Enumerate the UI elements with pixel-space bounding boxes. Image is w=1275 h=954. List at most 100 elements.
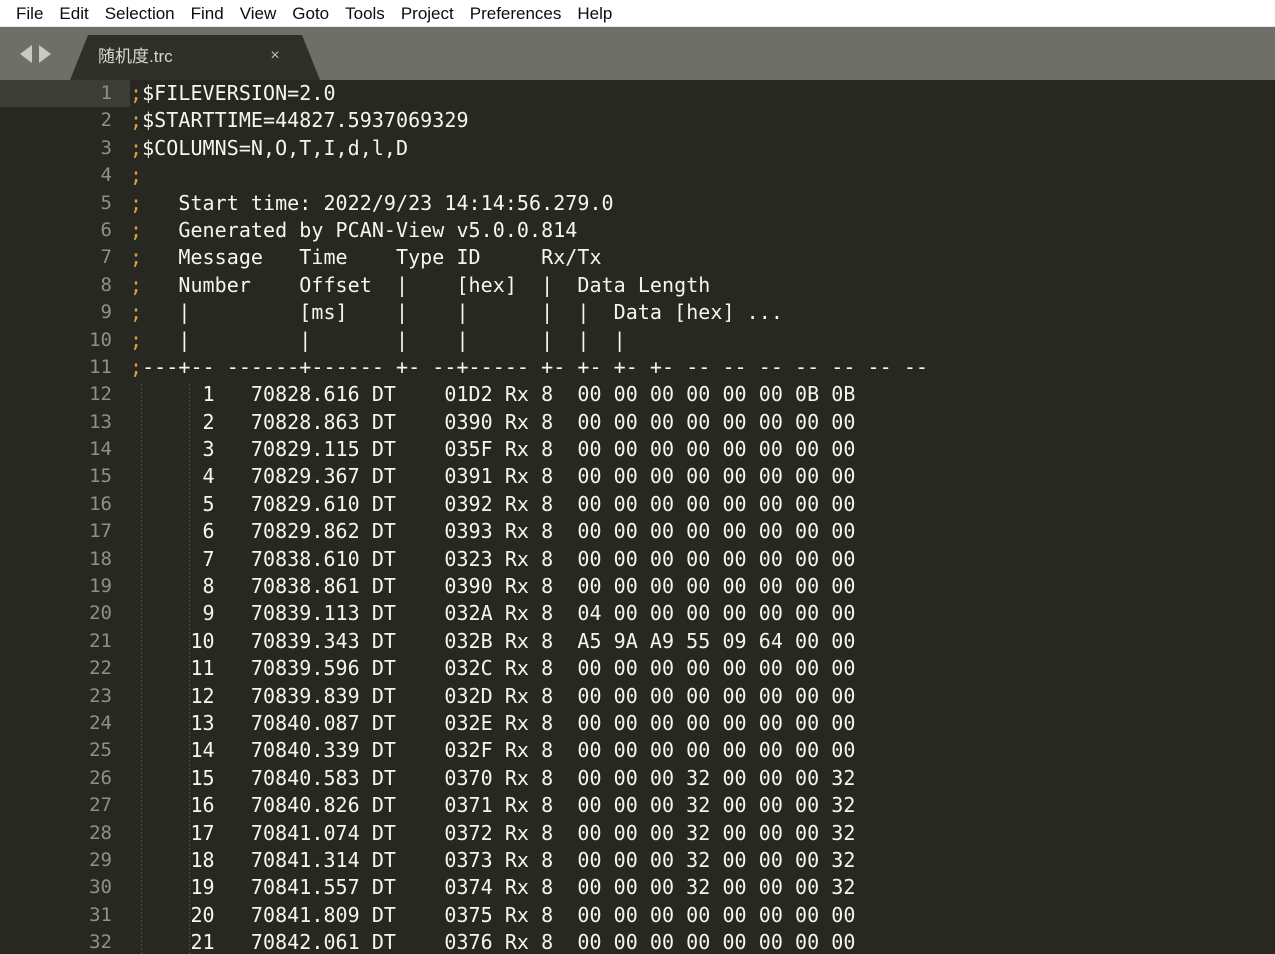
comment-marker: ; (130, 135, 143, 160)
code-line[interactable]: 3 70829.115 DT 035F Rx 8 00 00 00 00 00 … (130, 436, 1275, 463)
code-line[interactable]: ; (130, 162, 1275, 189)
code-line[interactable]: 5 70829.610 DT 0392 Rx 8 00 00 00 00 00 … (130, 491, 1275, 518)
code-line[interactable]: 6 70829.862 DT 0393 Rx 8 00 00 00 00 00 … (130, 518, 1275, 545)
code-line[interactable]: 19 70841.557 DT 0374 Rx 8 00 00 00 32 00… (130, 874, 1275, 901)
code-line[interactable]: 18 70841.314 DT 0373 Rx 8 00 00 00 32 00… (130, 847, 1275, 874)
code-text: $FILEVERSION=2.0 (142, 81, 336, 105)
code-line[interactable]: ; | | | | | | | (130, 327, 1275, 354)
code-text: 8 70838.861 DT 0390 Rx 8 00 00 00 00 00 … (130, 574, 856, 599)
code-text: Start time: 2022/9/23 14:14:56.279.0 (142, 190, 614, 215)
line-number: 5 (100, 191, 112, 214)
code-line[interactable]: ;$FILEVERSION=2.0 (130, 80, 1275, 107)
code-line[interactable]: 13 70840.087 DT 032E Rx 8 00 00 00 00 00… (130, 710, 1275, 737)
editor-area[interactable]: 1 2 3 4 5 6 7 8 9 10 11 12 13 14 15 16 17 18 19 20 21 22 23 24 2… (0, 80, 1275, 954)
code-line[interactable]: ;$COLUMNS=N,O,T,I,d,l,D (130, 135, 1275, 162)
menu-item-project[interactable]: Project (393, 5, 462, 22)
line-number: 10 (89, 328, 112, 351)
line-number: 8 (100, 273, 112, 296)
line-number: 6 (100, 218, 112, 241)
code-text: 19 70841.557 DT 0374 Rx 8 00 00 00 32 00… (130, 875, 856, 900)
code-line[interactable]: 17 70841.074 DT 0372 Rx 8 00 00 00 32 00… (130, 820, 1275, 847)
line-number: 4 (100, 164, 112, 187)
code-line[interactable]: ; Start time: 2022/9/23 14:14:56.279.0 (130, 190, 1275, 217)
line-number: 12 (89, 383, 112, 406)
line-number: 24 (89, 711, 112, 734)
line-number: 22 (89, 657, 112, 680)
code-text: 9 70839.113 DT 032A Rx 8 04 00 00 00 00 … (130, 601, 856, 626)
code-line[interactable]: 8 70838.861 DT 0390 Rx 8 00 00 00 00 00 … (130, 573, 1275, 600)
code-text: 6 70829.862 DT 0393 Rx 8 00 00 00 00 00 … (130, 519, 856, 544)
code-line[interactable]: ;$STARTTIME=44827.5937069329 (130, 107, 1275, 134)
code-line[interactable]: ;---+-- ------+------ +- --+----- +- +- … (130, 354, 1275, 381)
code-line[interactable]: 1 70828.616 DT 01D2 Rx 8 00 00 00 00 00 … (130, 381, 1275, 408)
line-number: 7 (100, 246, 112, 269)
comment-marker: ; (130, 190, 143, 215)
code-line[interactable]: 16 70840.826 DT 0371 Rx 8 00 00 00 32 00… (130, 792, 1275, 819)
editor-tab[interactable]: 随机度.trc × (70, 35, 320, 80)
code-text: 2 70828.863 DT 0390 Rx 8 00 00 00 00 00 … (130, 409, 856, 434)
menu-item-view[interactable]: View (232, 5, 285, 22)
code-line[interactable]: 12 70839.839 DT 032D Rx 8 00 00 00 00 00… (130, 683, 1275, 710)
code-line[interactable]: 14 70840.339 DT 032F Rx 8 00 00 00 00 00… (130, 737, 1275, 764)
code-line[interactable]: 7 70838.610 DT 0323 Rx 8 00 00 00 00 00 … (130, 546, 1275, 573)
line-number: 18 (89, 547, 112, 570)
code-content[interactable]: ;$FILEVERSION=2.0 ;$STARTTIME=44827.59370… (130, 80, 1275, 954)
code-line[interactable]: 15 70840.583 DT 0370 Rx 8 00 00 00 32 00… (130, 765, 1275, 792)
code-text: $COLUMNS=N,O,T,I,d,l,D (142, 135, 409, 160)
code-text: 5 70829.610 DT 0392 Rx 8 00 00 00 00 00 … (130, 491, 856, 516)
code-text: 15 70840.583 DT 0370 Rx 8 00 00 00 32 00… (130, 765, 856, 790)
menu-item-find[interactable]: Find (183, 5, 232, 22)
code-line[interactable]: 2 70828.863 DT 0390 Rx 8 00 00 00 00 00 … (130, 409, 1275, 436)
line-number: 1 (0, 80, 130, 108)
code-line[interactable]: 9 70839.113 DT 032A Rx 8 04 00 00 00 00 … (130, 600, 1275, 627)
line-number: 31 (89, 903, 112, 926)
code-line[interactable]: ; Generated by PCAN-View v5.0.0.814 (130, 217, 1275, 244)
line-number: 26 (89, 766, 112, 789)
comment-marker: ; (130, 163, 143, 188)
code-line[interactable]: 21 70842.061 DT 0376 Rx 8 00 00 00 00 00… (130, 929, 1275, 954)
line-number: 28 (89, 821, 112, 844)
code-text: 17 70841.074 DT 0372 Rx 8 00 00 00 32 00… (130, 820, 856, 845)
code-line[interactable]: ; Number Offset | [hex] | Data Length (130, 272, 1275, 299)
comment-marker: ; (130, 354, 143, 379)
code-line[interactable]: 20 70841.809 DT 0375 Rx 8 00 00 00 00 00… (130, 902, 1275, 929)
line-number: 11 (89, 355, 112, 378)
triangle-left-icon[interactable] (19, 44, 32, 63)
tab-nav-arrows (0, 27, 70, 80)
code-line[interactable]: ; Message Time Type ID Rx/Tx (130, 244, 1275, 271)
tab-title: 随机度.trc (98, 47, 173, 66)
line-number: 16 (89, 492, 112, 515)
close-icon[interactable]: × (266, 47, 284, 65)
menu-item-edit[interactable]: Edit (51, 5, 96, 22)
code-text: 10 70839.343 DT 032B Rx 8 A5 9A A9 55 09… (130, 628, 856, 653)
menu-item-goto[interactable]: Goto (284, 5, 337, 22)
triangle-right-icon[interactable] (38, 44, 51, 63)
comment-marker: ; (130, 108, 143, 133)
code-line[interactable]: 4 70829.367 DT 0391 Rx 8 00 00 00 00 00 … (130, 463, 1275, 490)
comment-marker: ; (130, 272, 143, 297)
comment-marker: ; (130, 300, 143, 325)
line-number: 23 (89, 684, 112, 707)
code-line[interactable]: 11 70839.596 DT 032C Rx 8 00 00 00 00 00… (130, 655, 1275, 682)
code-text: $STARTTIME=44827.5937069329 (142, 108, 469, 133)
menu-item-selection[interactable]: Selection (97, 5, 183, 22)
tab-bar: 随机度.trc × (0, 27, 1275, 80)
code-text: 11 70839.596 DT 032C Rx 8 00 00 00 00 00… (130, 656, 856, 681)
comment-marker: ; (130, 327, 143, 352)
code-text: 16 70840.826 DT 0371 Rx 8 00 00 00 32 00… (130, 793, 856, 818)
tab-strip: 随机度.trc × (70, 27, 1275, 80)
code-line[interactable]: 10 70839.343 DT 032B Rx 8 A5 9A A9 55 09… (130, 628, 1275, 655)
code-text: Number Offset | [hex] | Data Length (142, 272, 711, 297)
menu-item-tools[interactable]: Tools (337, 5, 393, 22)
menu-item-help[interactable]: Help (569, 5, 620, 22)
line-number: 30 (89, 876, 112, 899)
line-number-gutter: 1 2 3 4 5 6 7 8 9 10 11 12 13 14 15 16 17 18 19 20 21 22 23 24 2… (0, 80, 130, 954)
code-text: 13 70840.087 DT 032E Rx 8 00 00 00 00 00… (130, 710, 856, 735)
line-number: 21 (89, 629, 112, 652)
line-number: 15 (89, 465, 112, 488)
line-number: 27 (89, 794, 112, 817)
menu-item-preferences[interactable]: Preferences (462, 5, 570, 22)
menu-item-file[interactable]: File (8, 5, 51, 22)
code-line[interactable]: ; | [ms] | | | | Data [hex] ... (130, 299, 1275, 326)
line-number: 3 (100, 136, 112, 159)
